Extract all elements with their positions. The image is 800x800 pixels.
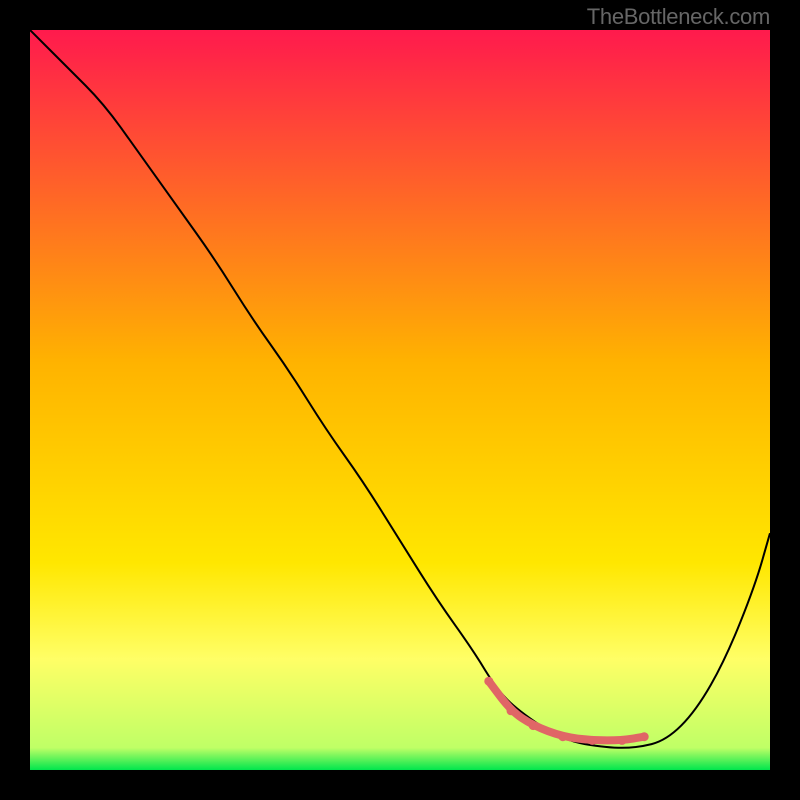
bottleneck-chart	[30, 30, 770, 770]
attribution-text: TheBottleneck.com	[587, 4, 770, 30]
highlight-marker	[588, 736, 597, 745]
highlight-marker	[507, 706, 516, 715]
highlight-marker	[640, 732, 649, 741]
chart-frame: TheBottleneck.com	[0, 0, 800, 800]
gradient-background	[30, 30, 770, 770]
plot-area	[30, 30, 770, 770]
highlight-marker	[558, 732, 567, 741]
highlight-marker	[529, 721, 538, 730]
highlight-marker	[484, 677, 493, 686]
highlight-marker	[618, 736, 627, 745]
